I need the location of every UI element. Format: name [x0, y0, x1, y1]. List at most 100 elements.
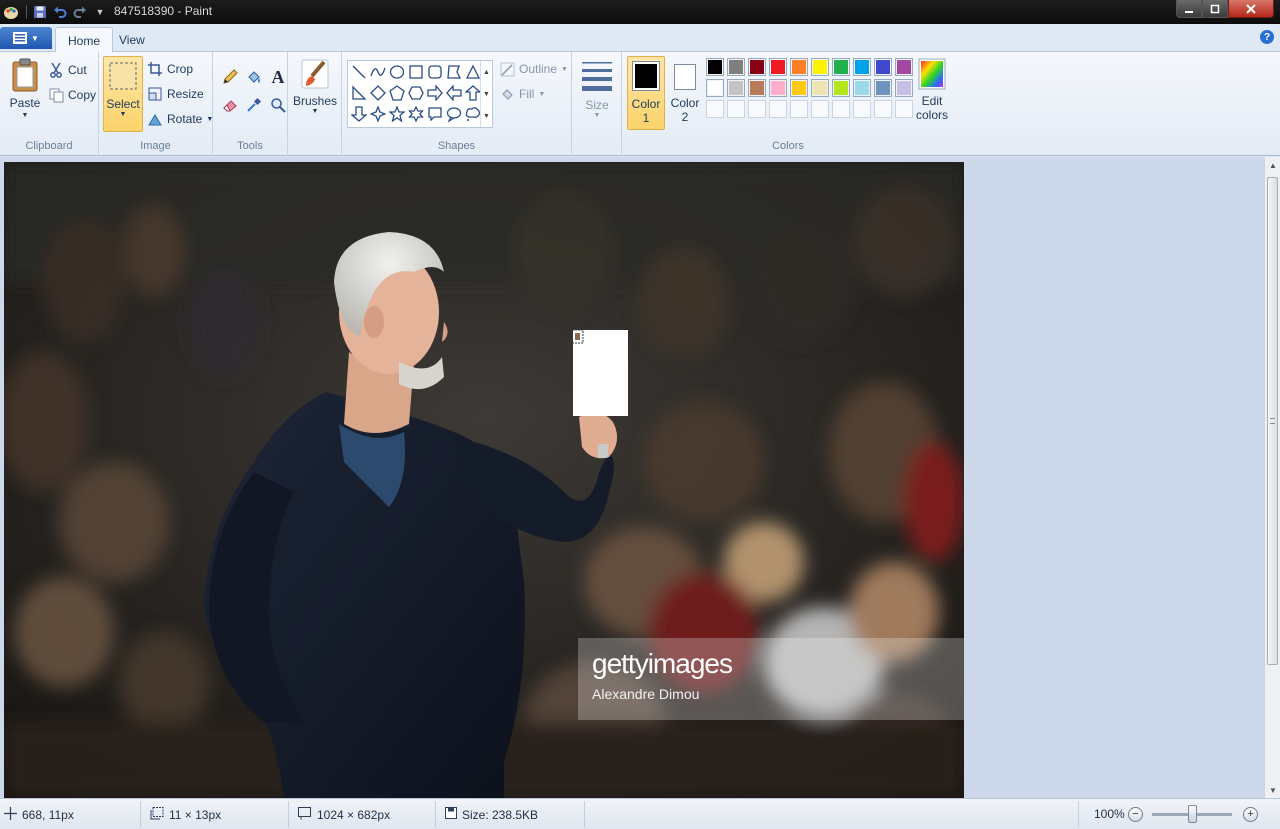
vertical-scrollbar[interactable]: ▲ ▼	[1264, 157, 1280, 798]
custom-color-slot[interactable]	[790, 100, 808, 118]
minimize-button[interactable]	[1176, 0, 1202, 18]
image-dimensions: 1024 × 682px	[298, 807, 390, 823]
custom-color-slot[interactable]	[748, 100, 766, 118]
palette-swatch[interactable]	[706, 58, 724, 76]
close-button[interactable]	[1228, 0, 1274, 18]
image-canvas[interactable]: gettyimages Alexandre Dimou	[4, 162, 964, 798]
maximize-button[interactable]	[1202, 0, 1228, 18]
four-point-star-shape-icon[interactable]	[369, 105, 387, 123]
palette-swatch[interactable]	[853, 79, 871, 97]
colors-group-label: Colors	[772, 140, 804, 152]
crop-button[interactable]: Crop	[147, 59, 193, 79]
tab-home[interactable]: Home	[55, 27, 114, 53]
palette-swatch[interactable]	[874, 79, 892, 97]
undo-icon[interactable]	[51, 3, 69, 21]
fill-bucket-icon[interactable]	[243, 66, 265, 88]
palette-swatch[interactable]	[874, 58, 892, 76]
palette-swatch[interactable]	[832, 79, 850, 97]
color-picker-icon[interactable]	[243, 94, 265, 116]
rotate-button[interactable]: Rotate ▼	[147, 109, 213, 129]
palette-swatch[interactable]	[790, 58, 808, 76]
select-rectangle-icon	[109, 62, 137, 90]
custom-color-slot[interactable]	[811, 100, 829, 118]
zoom-in-button[interactable]: +	[1243, 807, 1258, 822]
palette-swatch[interactable]	[727, 58, 745, 76]
palette-swatch[interactable]	[727, 79, 745, 97]
palette-swatch[interactable]	[748, 79, 766, 97]
palette-swatch[interactable]	[748, 58, 766, 76]
redo-icon[interactable]	[71, 3, 89, 21]
rounded-callout-shape-icon[interactable]	[426, 105, 444, 123]
scroll-down-icon[interactable]: ▼	[483, 91, 490, 98]
palette-swatch[interactable]	[769, 79, 787, 97]
text-icon[interactable]: A	[267, 66, 289, 88]
right-triangle-shape-icon[interactable]	[350, 84, 368, 102]
pencil-icon[interactable]	[219, 66, 241, 88]
copy-button[interactable]: Copy	[48, 85, 96, 105]
shapes-scrollbar[interactable]: ▲ ▼ ▼	[480, 61, 492, 127]
line-shape-icon[interactable]	[350, 63, 368, 81]
fill-button[interactable]: Fill ▼	[499, 84, 545, 104]
rectangle-shape-icon[interactable]	[407, 63, 425, 81]
scrollbar-thumb[interactable]	[1267, 177, 1278, 665]
custom-color-slot[interactable]	[769, 100, 787, 118]
scroll-up-icon[interactable]: ▲	[1265, 157, 1280, 173]
pentagon-shape-icon[interactable]	[388, 84, 406, 102]
outline-button[interactable]: Outline ▼	[499, 59, 568, 79]
tab-view[interactable]: View	[107, 27, 157, 53]
zoom-slider-thumb[interactable]	[1188, 805, 1197, 823]
rounded-rectangle-shape-icon[interactable]	[426, 63, 444, 81]
left-arrow-shape-icon[interactable]	[445, 84, 463, 102]
select-button[interactable]: Select ▼	[103, 56, 143, 132]
palette-swatch[interactable]	[832, 58, 850, 76]
brushes-button[interactable]: Brushes ▼	[293, 58, 337, 115]
palette-swatch[interactable]	[853, 58, 871, 76]
color1-button[interactable]: Color 1	[627, 56, 665, 130]
custom-color-slot[interactable]	[832, 100, 850, 118]
curve-shape-icon[interactable]	[369, 63, 387, 81]
image-group: Select ▼ Crop Resize Rotate ▼ Image	[99, 52, 213, 156]
eraser-icon[interactable]	[219, 94, 241, 116]
file-menu-button[interactable]: ▼	[0, 27, 52, 49]
diamond-shape-icon[interactable]	[369, 84, 387, 102]
polygon-shape-icon[interactable]	[445, 63, 463, 81]
custom-color-slot[interactable]	[874, 100, 892, 118]
custom-color-slot[interactable]	[853, 100, 871, 118]
scroll-down-icon[interactable]: ▼	[1265, 782, 1280, 798]
customize-toolbar-icon[interactable]: ▼	[91, 3, 109, 21]
magnifier-icon[interactable]	[267, 94, 289, 116]
help-icon[interactable]: ?	[1260, 30, 1274, 44]
palette-swatch[interactable]	[790, 79, 808, 97]
edit-colors-button[interactable]: Edit colors	[912, 58, 952, 122]
palette-swatch[interactable]	[895, 79, 913, 97]
palette-swatch[interactable]	[769, 58, 787, 76]
palette-swatch[interactable]	[811, 79, 829, 97]
colors-group: Color 1 Color 2 Edit colors Colors	[622, 52, 954, 156]
down-arrow-shape-icon[interactable]	[350, 105, 368, 123]
custom-color-slot[interactable]	[706, 100, 724, 118]
resize-button[interactable]: Resize	[147, 84, 204, 104]
custom-color-slot[interactable]	[895, 100, 913, 118]
palette-swatch[interactable]	[706, 79, 724, 97]
zoom-out-button[interactable]: −	[1128, 807, 1143, 822]
save-icon[interactable]	[31, 3, 49, 21]
cut-button[interactable]: Cut	[48, 60, 87, 80]
five-point-star-shape-icon[interactable]	[388, 105, 406, 123]
image-size-icon	[298, 807, 312, 823]
paint-app-icon[interactable]	[2, 3, 20, 21]
custom-color-slot[interactable]	[727, 100, 745, 118]
expand-gallery-icon[interactable]: ▼	[483, 113, 490, 120]
size-button[interactable]: Size ▼	[578, 58, 616, 119]
drawing-workspace[interactable]: gettyimages Alexandre Dimou	[0, 157, 1264, 798]
paste-button[interactable]: Paste ▼	[6, 58, 44, 119]
hexagon-shape-icon[interactable]	[407, 84, 425, 102]
scroll-up-icon[interactable]: ▲	[483, 69, 490, 76]
oval-callout-shape-icon[interactable]	[445, 105, 463, 123]
palette-swatch[interactable]	[895, 58, 913, 76]
right-arrow-shape-icon[interactable]	[426, 84, 444, 102]
six-point-star-shape-icon[interactable]	[407, 105, 425, 123]
color2-button[interactable]: Color 2	[666, 56, 704, 130]
palette-swatch[interactable]	[811, 58, 829, 76]
oval-shape-icon[interactable]	[388, 63, 406, 81]
line-size-icon	[582, 62, 612, 91]
